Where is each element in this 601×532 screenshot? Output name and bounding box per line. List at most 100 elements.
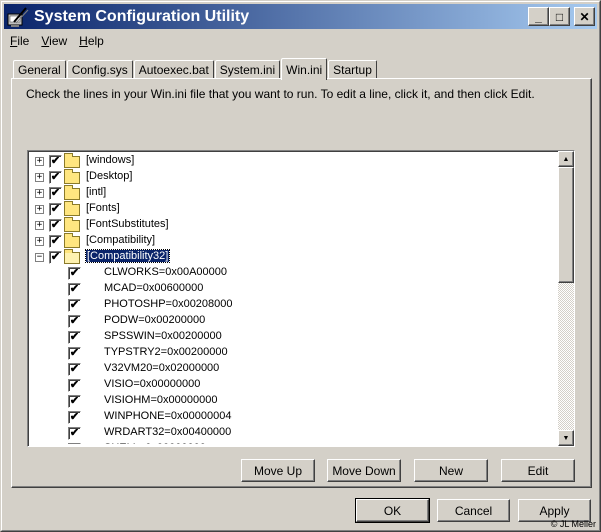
tree-checkbox[interactable]: ✔: [68, 395, 81, 408]
edit-button[interactable]: Edit: [501, 459, 575, 482]
tree-checkbox[interactable]: ✔: [49, 219, 62, 232]
expand-icon[interactable]: +: [35, 237, 44, 246]
menu-view[interactable]: View: [35, 34, 73, 48]
cancel-button[interactable]: Cancel: [437, 499, 510, 522]
tab-autoexec-bat[interactable]: Autoexec.bat: [133, 60, 214, 79]
tab-general[interactable]: General: [13, 60, 66, 79]
tab-system-ini[interactable]: System.ini: [214, 60, 281, 79]
ok-button[interactable]: OK: [355, 498, 430, 523]
tree-checkbox[interactable]: ✔: [68, 347, 81, 360]
expand-icon[interactable]: +: [35, 189, 44, 198]
expand-icon[interactable]: +: [35, 205, 44, 214]
msconfig-app-icon: [6, 6, 30, 28]
tree-section-row[interactable]: + ✔ [Desktop]: [30, 169, 558, 185]
tree-entry-row[interactable]: ✔ PODW=0x00200000: [30, 313, 558, 329]
tree-checkbox[interactable]: ✔: [68, 363, 81, 376]
tree-list: + ✔ [windows] + ✔ [Desktop] + ✔ [intl] + ✔ [Fonts] +…: [30, 153, 558, 444]
scroll-down-button[interactable]: ▼: [558, 430, 574, 446]
tree-checkbox[interactable]: ✔: [68, 379, 81, 392]
tree-entry-row[interactable]: ✔ PHOTOSHP=0x00208000: [30, 297, 558, 313]
folder-icon: [64, 153, 80, 168]
tab-config-sys[interactable]: Config.sys: [66, 60, 133, 79]
tree-item-label: [Fonts]: [86, 202, 120, 214]
tree-checkbox[interactable]: ✔: [49, 251, 62, 264]
tree-checkbox[interactable]: ✔: [49, 187, 62, 200]
tree-item-label: [Compatibility]: [86, 234, 156, 246]
expand-icon[interactable]: +: [35, 173, 44, 182]
tab-startup[interactable]: Startup: [328, 60, 377, 79]
tree-item-label: [windows]: [86, 154, 135, 166]
title-bar[interactable]: System Configuration Utility _ □ ✕: [4, 4, 597, 29]
menu-file[interactable]: File: [4, 34, 35, 48]
tree-checkbox[interactable]: ✔: [68, 331, 81, 344]
tree-entry-row[interactable]: ✔ VISIOHM=0x00000000: [30, 393, 558, 409]
tree-section-row[interactable]: + ✔ [intl]: [30, 185, 558, 201]
close-button[interactable]: ✕: [574, 7, 595, 26]
tree-checkbox[interactable]: ✔: [68, 283, 81, 296]
tree-item-label: VISIOHM=0x00000000: [104, 394, 218, 406]
tree-entry-row[interactable]: ✔ SPSSWIN=0x00200000: [30, 329, 558, 345]
tree-entry-row[interactable]: ✔ CLWORKS=0x00A00000: [30, 265, 558, 281]
tree-item-label: [Desktop]: [86, 170, 133, 182]
instructions-text: Check the lines in your Win.ini file tha…: [26, 87, 535, 101]
tree-item-label: WINPHONE=0x00000004: [104, 410, 232, 422]
tree-section-row[interactable]: + ✔ [FontSubstitutes]: [30, 217, 558, 233]
minimize-button[interactable]: _: [528, 7, 549, 26]
tree-checkbox[interactable]: ✔: [68, 427, 81, 440]
win-ini-tree[interactable]: + ✔ [windows] + ✔ [Desktop] + ✔ [intl] + ✔ [Fonts] +…: [27, 150, 575, 447]
tree-item-label: PODW=0x00200000: [104, 314, 206, 326]
tree-checkbox[interactable]: ✔: [68, 315, 81, 328]
new-button[interactable]: New: [414, 459, 488, 482]
arrow-down-icon: ▼: [562, 434, 570, 442]
move-down-button[interactable]: Move Down: [327, 459, 401, 482]
tree-checkbox[interactable]: ✔: [49, 203, 62, 216]
tree-item-label: V32VM20=0x02000000: [104, 362, 220, 374]
menu-bar: File View Help: [4, 31, 110, 51]
tree-checkbox[interactable]: ✔: [68, 299, 81, 312]
tree-section-row[interactable]: − ✔ [Compatibility32]: [30, 249, 558, 265]
tree-item-label: SPSSWIN=0x00200000: [104, 330, 222, 342]
tree-section-row[interactable]: + ✔ [windows]: [30, 153, 558, 169]
folder-icon: [64, 217, 80, 232]
copyright-text: © JL Meller: [550, 519, 596, 529]
tree-checkbox[interactable]: ✔: [68, 443, 81, 444]
tree-entry-row[interactable]: ✔ VISIO=0x00000000: [30, 377, 558, 393]
tree-checkbox[interactable]: ✔: [49, 235, 62, 248]
folder-open-icon: [64, 249, 80, 264]
tree-item-label: TYPSTRY2=0x00200000: [104, 346, 228, 358]
tree-entry-row[interactable]: ✔ V32VM20=0x02000000: [30, 361, 558, 377]
folder-icon: [64, 233, 80, 248]
tree-entry-row[interactable]: ✔ TYPSTRY2=0x00200000: [30, 345, 558, 361]
tree-checkbox[interactable]: ✔: [68, 267, 81, 280]
move-up-button[interactable]: Move Up: [241, 459, 315, 482]
tree-entry-row[interactable]: ✔ MCAD=0x00600000: [30, 281, 558, 297]
tree-checkbox[interactable]: ✔: [68, 411, 81, 424]
tree-entry-row[interactable]: ✔ WRDART32=0x00400000: [30, 425, 558, 441]
tree-entry-row[interactable]: ✔ WINPHONE=0x00000004: [30, 409, 558, 425]
win-ini-panel: Check the lines in your Win.ini file tha…: [11, 78, 592, 488]
scroll-thumb[interactable]: [558, 167, 574, 283]
tree-item-label: SHELL=0x00000000: [104, 442, 206, 444]
collapse-icon[interactable]: −: [35, 253, 44, 262]
tree-entry-row[interactable]: ✔ SHELL=0x00000000: [30, 441, 558, 444]
minimize-icon: _: [535, 9, 542, 24]
folder-icon: [64, 169, 80, 184]
expand-icon[interactable]: +: [35, 221, 44, 230]
tab-strip: General Config.sys Autoexec.bat System.i…: [13, 58, 378, 80]
arrow-up-icon: ▲: [562, 155, 570, 163]
tree-section-row[interactable]: + ✔ [Compatibility]: [30, 233, 558, 249]
tree-checkbox[interactable]: ✔: [49, 171, 62, 184]
close-icon: ✕: [579, 9, 590, 24]
tree-item-label: MCAD=0x00600000: [104, 282, 204, 294]
vertical-scrollbar[interactable]: ▲ ▼: [558, 151, 574, 446]
tree-item-label: CLWORKS=0x00A00000: [104, 266, 228, 278]
window: System Configuration Utility _ □ ✕ File …: [0, 0, 601, 532]
scroll-up-button[interactable]: ▲: [558, 151, 574, 167]
expand-icon[interactable]: +: [35, 157, 44, 166]
tab-win-ini[interactable]: Win.ini: [281, 58, 328, 80]
tree-checkbox[interactable]: ✔: [49, 155, 62, 168]
tree-item-label: [FontSubstitutes]: [86, 218, 169, 230]
menu-help[interactable]: Help: [73, 34, 110, 48]
tree-section-row[interactable]: + ✔ [Fonts]: [30, 201, 558, 217]
maximize-button[interactable]: □: [549, 7, 570, 26]
